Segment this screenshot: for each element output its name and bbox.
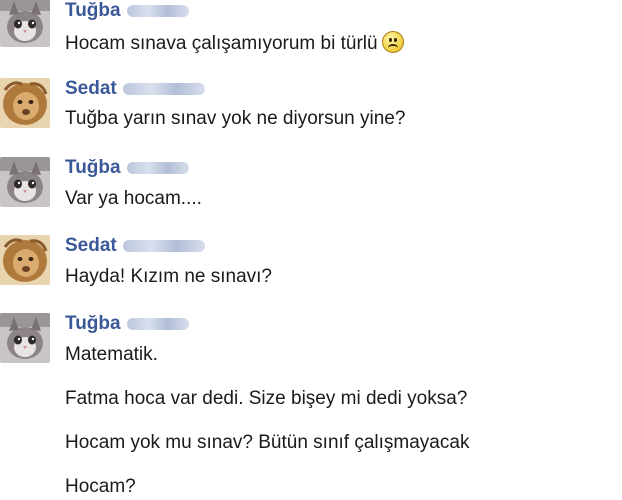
message-line: Hocam sınava çalışamıyorum bi türlü bbox=[65, 33, 378, 54]
blurred-surname bbox=[126, 4, 189, 17]
message-line: Hocam? bbox=[65, 476, 136, 497]
sender-name[interactable]: Tuğba bbox=[65, 313, 189, 335]
message-line: Hocam yok mu sınav? Bütün sınıf çalışmay… bbox=[65, 432, 470, 453]
sender-name-text[interactable]: Tuğba bbox=[65, 0, 121, 21]
avatar-lion[interactable] bbox=[0, 235, 50, 285]
avatar-cat[interactable] bbox=[0, 0, 50, 47]
sender-name[interactable]: Sedat bbox=[65, 78, 205, 100]
message-text: Hayda! Kızım ne sınavı? bbox=[65, 266, 272, 288]
message-line: Var ya hocam.... bbox=[65, 188, 202, 209]
message-text: Tuğba yarın sınav yok ne diyorsun yine? bbox=[65, 108, 405, 130]
sender-name-text[interactable]: Tuğba bbox=[65, 157, 121, 178]
message-text: Hocam sınava çalışamıyorum bi türlü bbox=[65, 31, 404, 55]
blurred-surname bbox=[126, 317, 189, 330]
message-text: Var ya hocam.... bbox=[65, 188, 202, 210]
message-line: Tuğba yarın sınav yok ne diyorsun yine? bbox=[65, 108, 406, 129]
sender-name-text[interactable]: Sedat bbox=[65, 78, 117, 99]
sender-name-text[interactable]: Tuğba bbox=[65, 313, 121, 334]
message-line: Hayda! Kızım ne sınavı? bbox=[65, 266, 272, 287]
avatar-lion[interactable] bbox=[0, 78, 50, 128]
sender-name-text[interactable]: Sedat bbox=[65, 235, 117, 256]
blurred-surname bbox=[122, 239, 205, 252]
sad-face-icon bbox=[381, 31, 404, 53]
avatar-cat[interactable] bbox=[0, 313, 50, 363]
blurred-surname bbox=[126, 161, 189, 174]
message-line: Fatma hoca var dedi. Size bişey mi dedi … bbox=[65, 388, 468, 409]
message-line: Matematik. bbox=[65, 344, 158, 365]
sender-name[interactable]: Tuğba bbox=[65, 0, 189, 22]
sender-name[interactable]: Sedat bbox=[65, 235, 205, 257]
sender-name[interactable]: Tuğba bbox=[65, 157, 189, 179]
avatar-cat[interactable] bbox=[0, 157, 50, 207]
blurred-surname bbox=[122, 82, 205, 95]
